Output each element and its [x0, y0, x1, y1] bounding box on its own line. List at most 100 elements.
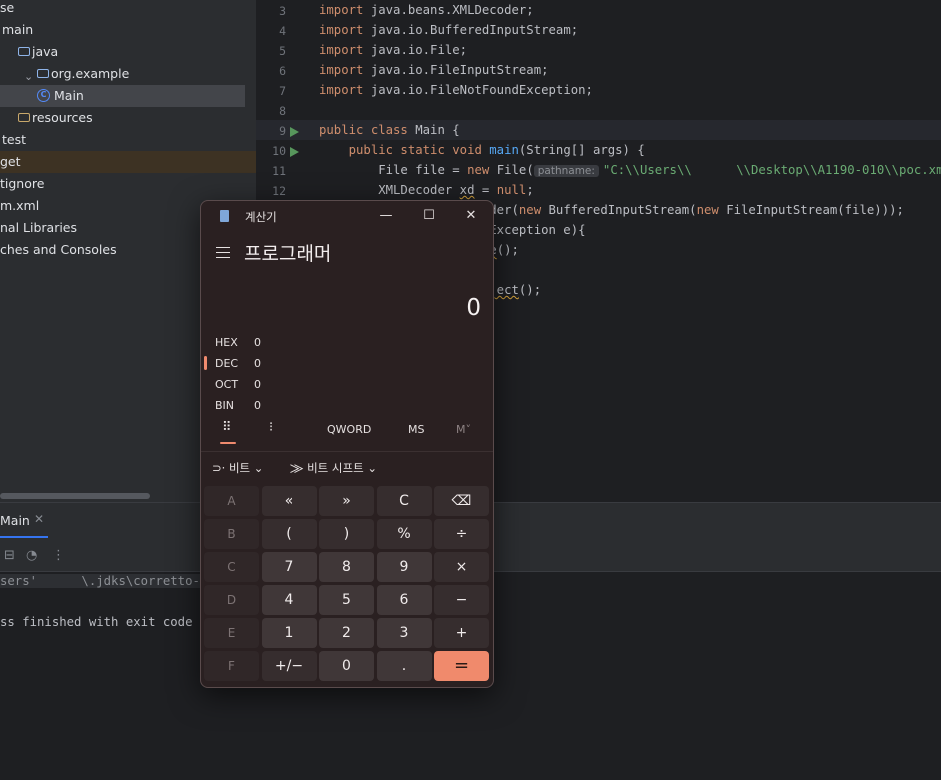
maximize-icon[interactable]: ☐: [414, 206, 444, 226]
code-line: import java.io.FileInputStream;: [319, 63, 549, 77]
key-button[interactable]: 6: [376, 585, 432, 615]
tree-item-label: se: [0, 0, 15, 15]
key-button[interactable]: «: [261, 486, 317, 516]
code-token: ();: [518, 283, 542, 297]
line-number: 11: [272, 164, 286, 178]
key-button[interactable]: C: [204, 552, 259, 582]
key-button[interactable]: +: [434, 618, 489, 648]
key-button[interactable]: 2: [319, 618, 374, 648]
tree-item-label: m.xml: [0, 198, 40, 213]
key-button[interactable]: 3: [376, 618, 432, 648]
line-number: 6: [279, 64, 286, 78]
code-line: import java.beans.XMLDecoder;: [319, 3, 534, 17]
code-token: import: [319, 43, 371, 57]
tree-item-label: java: [32, 44, 59, 59]
project-tree-item[interactable]: java: [0, 41, 256, 63]
key-button[interactable]: 9: [376, 552, 432, 582]
key-button[interactable]: 7: [261, 552, 317, 582]
project-tree-item[interactable]: test: [0, 129, 256, 151]
calculator-app-icon: [220, 210, 229, 222]
code-token: new: [696, 203, 727, 217]
key-button[interactable]: 0: [319, 651, 374, 681]
logic-gate-icon: ⊃·: [212, 461, 226, 475]
word-size-button[interactable]: QWORD: [327, 423, 371, 436]
calculator-mode-title: 프로그래머: [244, 243, 332, 265]
line-number: 4: [279, 24, 286, 38]
key-button[interactable]: D: [204, 585, 259, 615]
radix-value: 0: [254, 378, 261, 391]
calculator-titlebar[interactable]: 계산기 — ☐ ✕: [201, 201, 493, 231]
bit-toggle-keypad-icon[interactable]: ⁝: [269, 420, 273, 435]
key-button[interactable]: 5: [319, 585, 374, 615]
radix-name: BIN: [215, 399, 235, 412]
code-token: "C:\\Users\\: [602, 163, 692, 177]
tree-item-label: nal Libraries: [0, 220, 78, 235]
tree-item-label: get: [0, 154, 21, 169]
key-button[interactable]: F: [204, 651, 259, 681]
key-button[interactable]: −: [434, 585, 489, 615]
project-tree-item[interactable]: resources: [0, 107, 256, 129]
key-button[interactable]: A: [204, 486, 259, 516]
minimize-icon[interactable]: —: [371, 206, 401, 226]
project-tree-item[interactable]: get: [0, 151, 256, 173]
code-line: public class Main {: [319, 123, 460, 137]
radix-name: DEC: [215, 357, 239, 370]
key-button[interactable]: E: [204, 618, 259, 648]
bitwise-dropdown[interactable]: ⊃· 비트 ⌄: [212, 460, 263, 476]
line-number: 12: [272, 184, 286, 198]
code-line: import java.io.BufferedInputStream;: [319, 23, 578, 37]
code-token: import: [319, 23, 371, 37]
chevron-down-icon: ⌄: [367, 461, 377, 475]
code-line: public static void main(String[] args) {: [319, 143, 645, 157]
code-token: import: [319, 3, 371, 17]
hamburger-menu-icon[interactable]: [216, 247, 230, 258]
project-tree-item[interactable]: main: [0, 19, 256, 41]
active-radix-indicator: [204, 356, 207, 370]
key-button[interactable]: 1: [261, 618, 317, 648]
key-button[interactable]: (: [261, 519, 317, 549]
project-tree-item[interactable]: se: [0, 0, 256, 19]
key-button[interactable]: ×: [434, 552, 489, 582]
tree-item-label: Main: [54, 88, 84, 103]
project-tree-item[interactable]: tignore: [0, 173, 256, 195]
keypad-active-indicator: [220, 442, 236, 444]
code-token: new: [518, 203, 549, 217]
run-gutter-icon[interactable]: [290, 127, 299, 137]
code-token: java.io.BufferedInputStream;: [370, 23, 579, 37]
key-button[interactable]: ÷: [434, 519, 489, 549]
run-gutter-icon[interactable]: [290, 147, 299, 157]
gauge-icon[interactable]: ◔: [26, 548, 37, 563]
key-button[interactable]: 8: [319, 552, 374, 582]
backspace-button[interactable]: ⌫: [434, 486, 489, 516]
memory-menu-button[interactable]: M˅: [456, 423, 471, 436]
code-line: XMLDecoder xd = null;: [319, 183, 534, 197]
project-tree-item[interactable]: ⌄ org.example: [0, 63, 256, 85]
key-button[interactable]: %: [376, 519, 432, 549]
key-button[interactable]: +/−: [261, 651, 317, 681]
bitshift-dropdown[interactable]: ⨠ 비트 시프트 ⌄: [290, 460, 377, 476]
close-icon[interactable]: ✕: [34, 512, 44, 526]
memory-store-button[interactable]: MS: [408, 423, 424, 436]
key-button[interactable]: ): [319, 519, 374, 549]
code-token: xd: [459, 183, 475, 197]
key-button[interactable]: .: [376, 651, 432, 681]
close-icon[interactable]: ✕: [456, 206, 486, 226]
radix-value: 0: [254, 336, 261, 349]
equals-button[interactable]: =: [434, 651, 489, 681]
key-button[interactable]: B: [204, 519, 259, 549]
bitshift-icon: ⨠: [290, 461, 304, 475]
key-button[interactable]: 4: [261, 585, 317, 615]
key-button[interactable]: »: [319, 486, 374, 516]
calculator-window[interactable]: 계산기 — ☐ ✕ 프로그래머 0 HEX 0 DEC 0 OCT 0 BIN 0 ⠿ ⁝ Q…: [200, 200, 494, 688]
restore-layout-icon[interactable]: ⊟: [4, 548, 15, 563]
run-tab-main[interactable]: Main: [0, 513, 30, 528]
horizontal-scrollbar[interactable]: [0, 493, 150, 499]
class-icon: C: [37, 89, 50, 102]
project-tree-item[interactable]: C Main: [0, 85, 245, 107]
code-token: Main {: [415, 123, 460, 137]
keypad-icon[interactable]: ⠿: [222, 420, 232, 435]
key-button[interactable]: C: [376, 486, 432, 516]
more-options-icon[interactable]: ⋮: [52, 548, 65, 563]
code-token: ;: [526, 183, 534, 197]
